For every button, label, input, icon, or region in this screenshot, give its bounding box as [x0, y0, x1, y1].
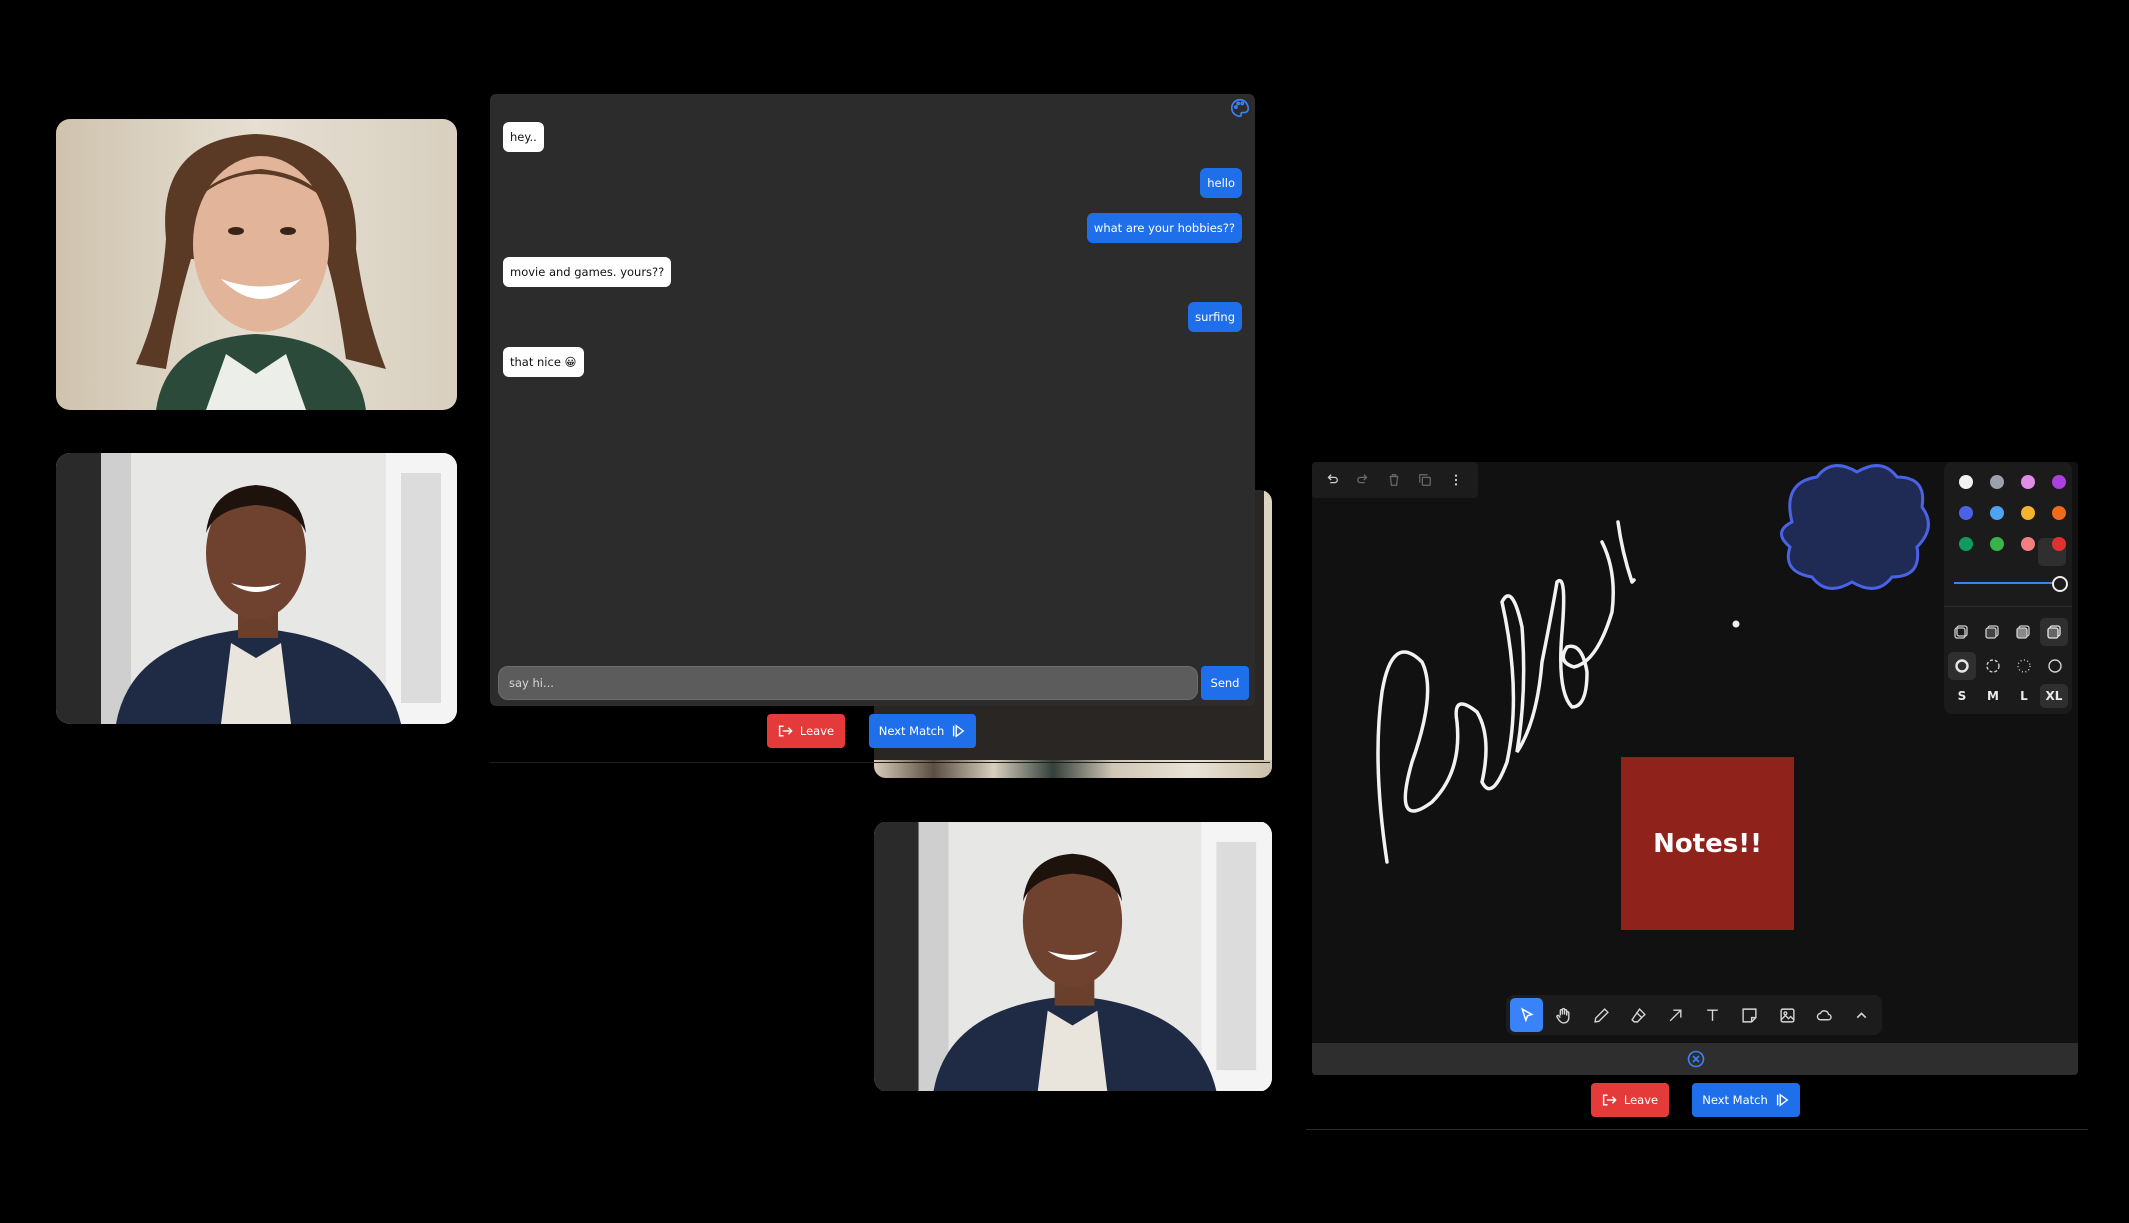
- chat-message: surfing: [1188, 302, 1242, 332]
- color-swatch-light-blue[interactable]: [1990, 506, 2004, 520]
- leave-button[interactable]: Leave: [767, 714, 845, 748]
- divider: [490, 762, 1270, 763]
- chat-message: what are your hobbies??: [1086, 213, 1242, 243]
- eraser-icon: [1630, 1007, 1646, 1023]
- image-icon: [1779, 1007, 1795, 1023]
- hello-stroke: [1376, 520, 1636, 864]
- skip-forward-icon: [953, 724, 965, 738]
- color-swatch-light-green[interactable]: [1990, 537, 2004, 551]
- board-footer: [1312, 1043, 2078, 1075]
- color-swatch-grey[interactable]: [1990, 475, 2004, 489]
- board-next-match-button[interactable]: Next Match: [1692, 1083, 1800, 1117]
- note-tool[interactable]: [1733, 998, 1766, 1032]
- more-tools-button[interactable]: [1845, 998, 1878, 1032]
- skip-forward-icon: [1776, 1093, 1789, 1107]
- arrow-icon: [1669, 1008, 1682, 1021]
- size-s-button[interactable]: S: [1948, 684, 1976, 708]
- divider: [1944, 606, 2072, 607]
- color-swatch-white[interactable]: [1959, 475, 1973, 489]
- image-tool[interactable]: [1770, 998, 1803, 1032]
- draw-tool[interactable]: [1584, 998, 1617, 1032]
- dash-draw-icon[interactable]: [1954, 658, 1970, 674]
- chat-message: that nice 😀: [503, 347, 584, 377]
- tool-bar: [1506, 995, 1882, 1035]
- leave-label: Leave: [1623, 1093, 1659, 1107]
- leave-label: Leave: [799, 724, 835, 738]
- board-leave-button[interactable]: Leave: [1591, 1083, 1669, 1117]
- video-tile-man-small: [874, 821, 1272, 1092]
- palette-icon[interactable]: [1229, 97, 1251, 119]
- eraser-tool[interactable]: [1622, 998, 1655, 1032]
- text-tool[interactable]: [1696, 998, 1729, 1032]
- fill-none-icon[interactable]: [1953, 624, 1969, 640]
- hello-dot: [1732, 620, 1740, 628]
- pencil-icon: [1593, 1007, 1609, 1023]
- cloud-tool[interactable]: [1808, 998, 1841, 1032]
- whiteboard[interactable]: Notes!! S M L XL: [1312, 462, 2078, 1075]
- color-swatch-green[interactable]: [1959, 537, 1973, 551]
- dash-dotted-icon[interactable]: [2016, 658, 2032, 674]
- video-tile-man: [56, 453, 457, 724]
- opacity-slider[interactable]: [1954, 576, 2068, 592]
- chat-panel: hey.. hello what are your hobbies?? movi…: [490, 94, 1255, 706]
- color-swatch-yellow[interactable]: [2021, 506, 2035, 520]
- chat-input[interactable]: [498, 666, 1198, 700]
- chat-message: movie and games. yours??: [503, 257, 672, 287]
- chevron-up-icon: [1856, 1011, 1867, 1018]
- size-m-button[interactable]: M: [1979, 684, 2007, 708]
- next-match-label: Next Match: [1702, 1093, 1768, 1107]
- fill-pattern-icon[interactable]: [2046, 624, 2062, 640]
- man-photo: [874, 822, 1272, 1091]
- divider: [1306, 1129, 2088, 1130]
- style-panel: S M L XL: [1944, 462, 2072, 714]
- fill-solid-icon[interactable]: [2015, 624, 2031, 640]
- man-photo: [56, 453, 457, 724]
- opacity-slider-thumb[interactable]: [2052, 576, 2068, 592]
- fill-semi-icon[interactable]: [1984, 624, 2000, 640]
- size-xl-button[interactable]: XL: [2040, 684, 2068, 708]
- note-icon: [1742, 1007, 1757, 1023]
- chat-message: hello: [1200, 168, 1242, 198]
- chat-message: hey..: [503, 122, 544, 152]
- color-swatch-red[interactable]: [2052, 537, 2066, 551]
- hand-icon: [1556, 1007, 1570, 1024]
- sticky-note-text: Notes!!: [1653, 828, 1762, 859]
- hand-tool[interactable]: [1547, 998, 1580, 1032]
- size-l-button[interactable]: L: [2010, 684, 2038, 708]
- color-swatch-violet[interactable]: [2052, 475, 2066, 489]
- send-button[interactable]: Send: [1201, 666, 1249, 700]
- next-match-label: Next Match: [878, 724, 945, 738]
- arrow-tool[interactable]: [1659, 998, 1692, 1032]
- video-tile-woman: [56, 119, 457, 410]
- next-match-button[interactable]: Next Match: [869, 714, 976, 748]
- color-swatch-light-red[interactable]: [2021, 537, 2035, 551]
- logout-icon: [778, 725, 793, 737]
- sticky-note[interactable]: Notes!!: [1621, 757, 1794, 930]
- cloud-icon: [1816, 1009, 1832, 1020]
- select-tool[interactable]: [1510, 998, 1544, 1032]
- color-swatch-blue[interactable]: [1959, 506, 1973, 520]
- dash-solid-icon[interactable]: [2047, 658, 2063, 674]
- color-swatch-light-violet[interactable]: [2021, 475, 2035, 489]
- close-circle-icon[interactable]: [1687, 1050, 1705, 1068]
- cloud-shape: [1780, 464, 1930, 590]
- dash-dashed-icon[interactable]: [1985, 658, 2001, 674]
- select-icon: [1521, 1007, 1534, 1023]
- logout-icon: [1602, 1094, 1617, 1106]
- text-icon: [1707, 1008, 1718, 1021]
- woman-photo: [56, 119, 457, 410]
- color-swatch-orange[interactable]: [2052, 506, 2066, 520]
